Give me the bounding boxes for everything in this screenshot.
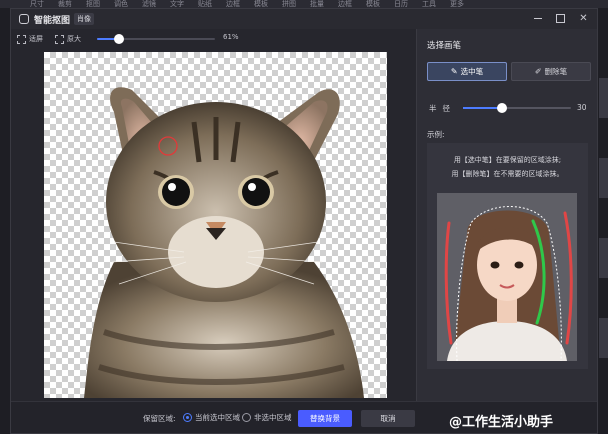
brush-panel: 选择画笔 ✎ 选中笔 ✐ 删除笔 半径 30 示例: 用【选中笔】在要保留的区域… [416, 29, 597, 401]
example-box: 用【选中笔】在要保留的区域涂抹; 用【删除笔】在不需要的区域涂抹。 [427, 143, 588, 369]
background-menu-item[interactable]: 边框 [338, 0, 352, 8]
select-brush-label: 选中笔 [460, 67, 484, 76]
radio-dot-selected [183, 413, 192, 422]
background-menu-item[interactable]: 模板 [254, 0, 268, 8]
background-menu-item[interactable]: 批量 [310, 0, 324, 8]
screen: 尺寸 裁剪 抠图 调色 滤镜 文字 贴纸 边框 模板 拼图 批量 边框 模板 日历 工具 更多 智能抠图 肖像… [0, 0, 608, 434]
brush-icon: ✎ [450, 67, 458, 76]
zoom-slider[interactable] [97, 34, 215, 44]
background-menu-item[interactable]: 更多 [450, 0, 464, 8]
background-menu-item[interactable]: 模板 [366, 0, 380, 8]
background-thumbnail[interactable] [599, 158, 608, 198]
background-menu-item[interactable]: 文字 [170, 0, 184, 8]
window-controls: ✕ [532, 13, 589, 24]
zoom-percent: 61% [223, 33, 239, 41]
cat-photo [84, 87, 364, 398]
radio-non-selection[interactable]: 非选中区域 [242, 412, 292, 423]
example-label: 示例: [427, 130, 445, 139]
background-menu-item[interactable]: 贴纸 [198, 0, 212, 8]
fit-screen-icon [17, 34, 26, 44]
background-thumbnail[interactable] [599, 318, 608, 358]
background-menu-item[interactable]: 日历 [394, 0, 408, 8]
dialog-titlebar: 智能抠图 肖像 ✕ [11, 9, 597, 29]
background-menu-strip: 尺寸 裁剪 抠图 调色 滤镜 文字 贴纸 边框 模板 拼图 批量 边框 模板 日历 工具 更多 [0, 0, 608, 8]
radio-current-selection-label: 当前选中区域 [195, 413, 240, 422]
dialog-title: 智能抠图 [34, 15, 71, 26]
background-right-strip [598, 8, 608, 434]
background-thumbnail[interactable] [599, 238, 608, 278]
cutout-app-icon [19, 14, 29, 24]
background-menu-item[interactable]: 尺寸 [30, 0, 44, 8]
radius-slider-handle[interactable] [497, 103, 507, 113]
erase-brush-button[interactable]: ✐ 删除笔 [511, 62, 591, 81]
example-image [437, 193, 577, 361]
canvas-workspace: 适屏 原大 61% [11, 29, 416, 401]
background-menu-item[interactable]: 工具 [422, 0, 436, 8]
fit-screen-button[interactable]: 适屏 [17, 34, 43, 44]
background-left-strip [0, 8, 10, 434]
example-instruction-1: 用【选中笔】在要保留的区域涂抹; [453, 156, 562, 164]
fit-screen-label: 适屏 [29, 35, 43, 43]
actual-size-button[interactable]: 原大 [55, 34, 81, 44]
replace-background-button[interactable]: 替换背景 [298, 410, 352, 427]
image-canvas[interactable] [44, 52, 387, 398]
view-toolbar: 适屏 原大 [17, 32, 93, 46]
background-menu-item[interactable]: 调色 [114, 0, 128, 8]
radio-non-selection-label: 非选中区域 [254, 413, 292, 422]
background-menu-item[interactable]: 裁剪 [58, 0, 72, 8]
background-menu-item[interactable]: 滤镜 [142, 0, 156, 8]
minimize-icon[interactable] [532, 13, 543, 24]
zoom-slider-handle[interactable] [114, 34, 124, 44]
radius-label: 半径 [429, 104, 456, 113]
brush-panel-title: 选择画笔 [427, 41, 462, 51]
watermark: @工作生活小助手 [449, 415, 554, 430]
smart-cutout-dialog: 智能抠图 肖像 ✕ 适屏 原大 61% 保留区域: 当前选中区域 非选中区域 替… [10, 8, 598, 434]
close-icon[interactable]: ✕ [578, 13, 589, 24]
select-brush-button[interactable]: ✎ 选中笔 [427, 62, 507, 81]
radius-slider[interactable] [463, 103, 571, 113]
radio-current-selection[interactable]: 当前选中区域 [183, 412, 240, 423]
erase-brush-label: 删除笔 [544, 67, 568, 76]
cancel-button[interactable]: 取消 [361, 410, 415, 427]
actual-size-icon [55, 34, 64, 44]
background-menu-item[interactable]: 边框 [226, 0, 240, 8]
example-instruction-2: 用【删除笔】在不需要的区域涂抹。 [451, 170, 564, 178]
keep-area-label: 保留区域: [143, 414, 176, 423]
actual-size-label: 原大 [67, 35, 81, 43]
dialog-footer: 保留区域: 当前选中区域 非选中区域 替换背景 取消 @工作生活小助手 [11, 401, 597, 433]
radio-dot [242, 413, 251, 422]
portrait-tag: 肖像 [74, 13, 95, 25]
background-thumbnail[interactable] [599, 78, 608, 118]
background-menu-item[interactable]: 拼图 [282, 0, 296, 8]
maximize-icon[interactable] [555, 13, 566, 24]
background-menu-item[interactable]: 抠图 [86, 0, 100, 8]
eraser-icon: ✐ [534, 67, 542, 76]
radius-value: 30 [577, 103, 587, 112]
